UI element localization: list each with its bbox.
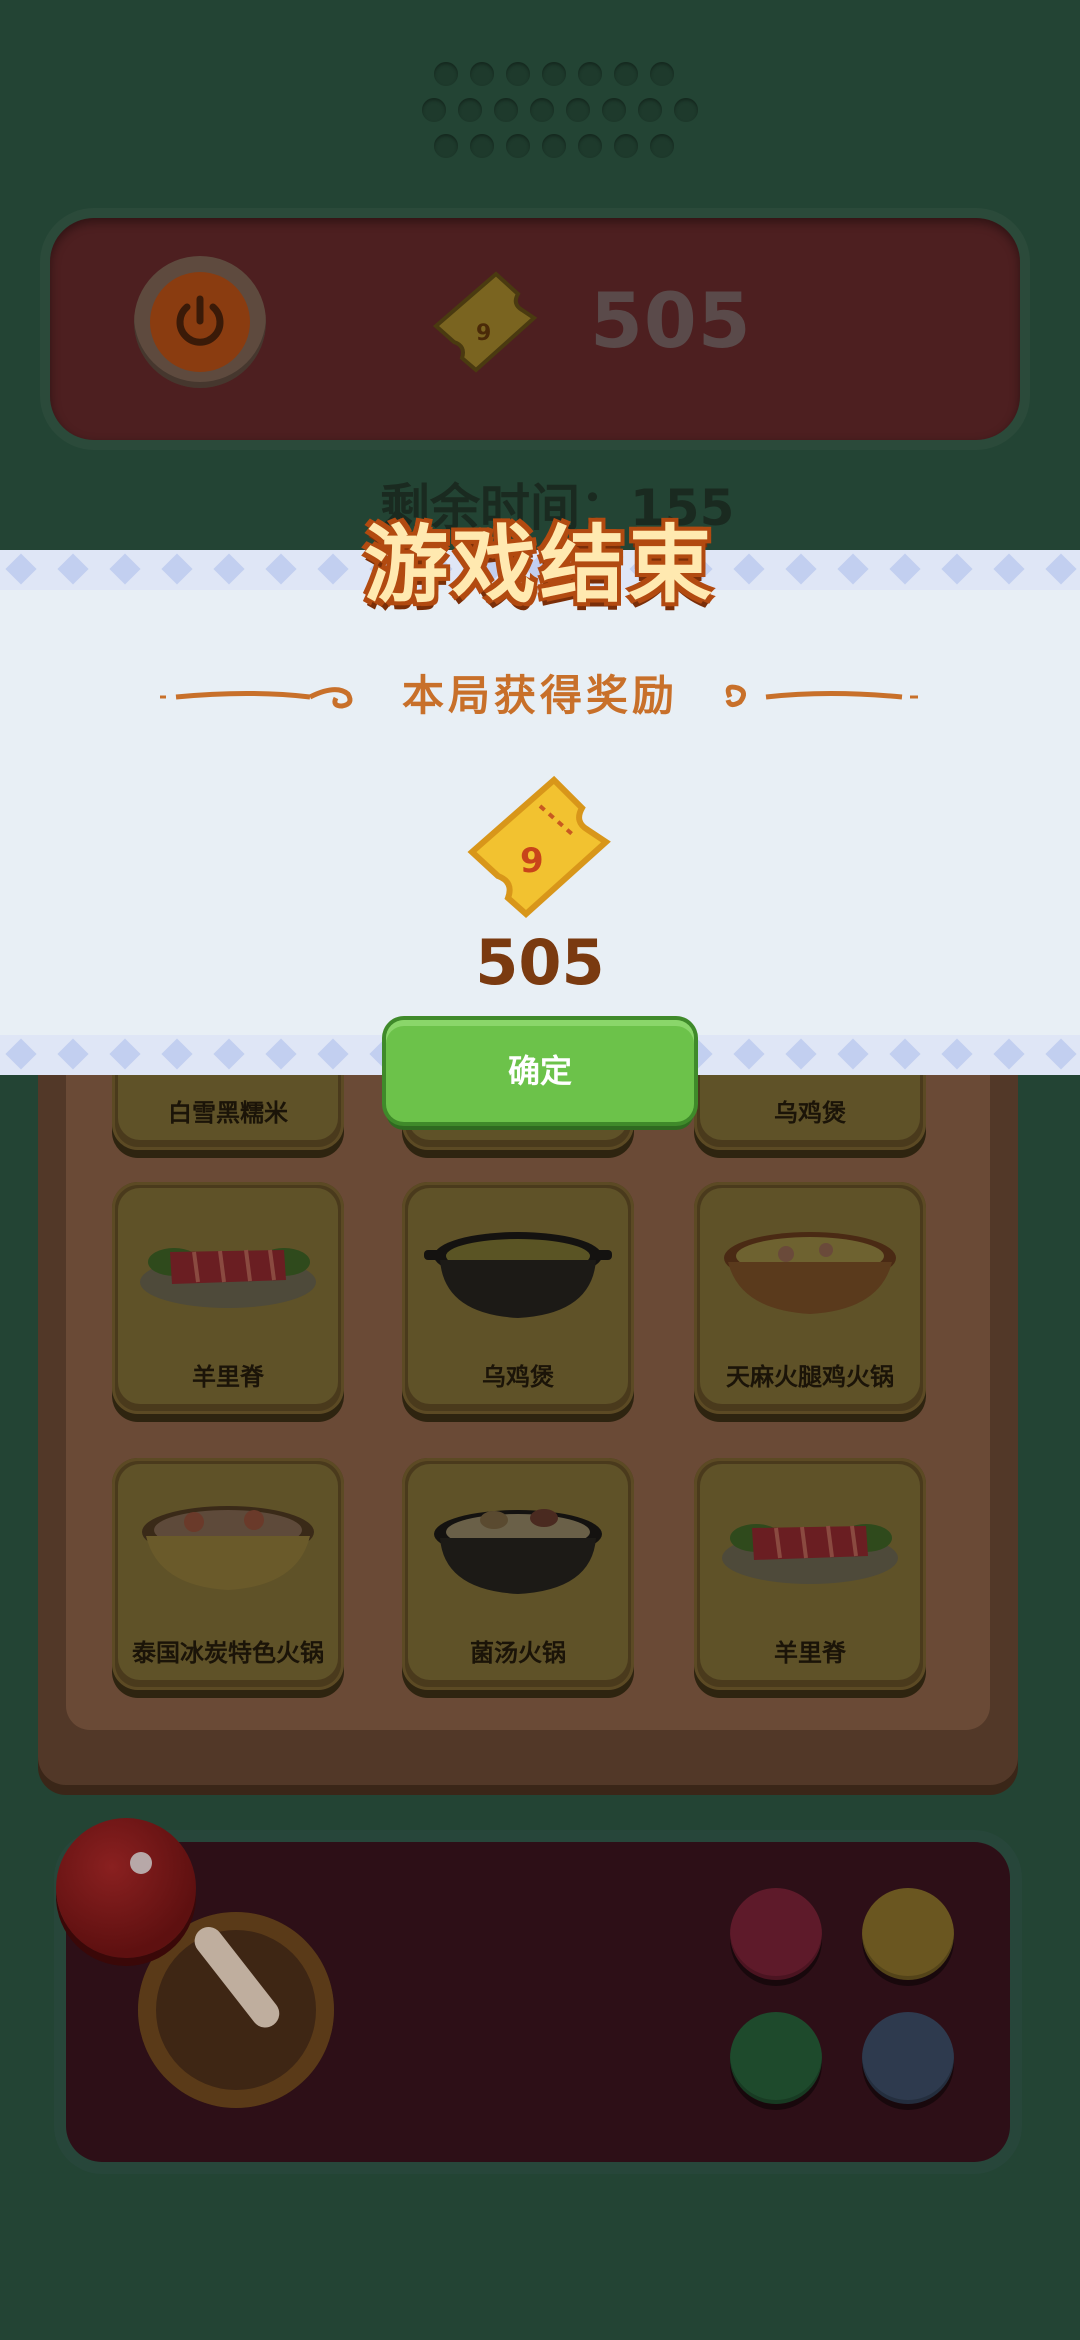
speaker-dot <box>566 98 590 122</box>
chicken-pot-icon <box>424 1232 612 1318</box>
thai-hotpot-icon <box>142 1506 314 1590</box>
speaker-grille <box>400 62 698 162</box>
speaker-dot <box>506 134 530 158</box>
power-button[interactable] <box>134 256 266 388</box>
red-action-button[interactable] <box>730 1888 822 1980</box>
speaker-dot <box>494 98 518 122</box>
hotpot-dish-icon <box>724 1232 896 1314</box>
card-label: 乌鸡煲 <box>774 1099 846 1127</box>
food-card[interactable]: 乌鸡煲 <box>402 1182 634 1414</box>
ticket-icon: 9 <box>467 775 611 919</box>
confirm-button[interactable]: 确定 <box>386 1020 694 1122</box>
speaker-dot <box>506 62 530 86</box>
speaker-dot <box>650 62 674 86</box>
food-card[interactable]: 菌汤火锅 <box>402 1458 634 1690</box>
ticket-icon: 9 <box>432 271 538 373</box>
lamb-dish-icon <box>140 1248 316 1308</box>
speaker-dot <box>542 62 566 86</box>
speaker-dot <box>638 98 662 122</box>
yellow-action-button[interactable] <box>862 1888 954 1980</box>
card-label: 乌鸡煲 <box>482 1363 554 1391</box>
speaker-dot <box>578 62 602 86</box>
joystick-icon[interactable] <box>56 1818 196 1958</box>
top-score-value: 505 <box>590 276 752 365</box>
game-over-title: 游戏结束 <box>363 516 716 614</box>
speaker-dot <box>578 134 602 158</box>
blue-action-button[interactable] <box>862 2012 954 2104</box>
speaker-dot <box>602 98 626 122</box>
reward-header: 本局获得奖励 <box>401 671 678 720</box>
card-label: 天麻火腿鸡火锅 <box>726 1363 894 1391</box>
speaker-dot <box>530 98 554 122</box>
speaker-dot <box>674 98 698 122</box>
speaker-dot <box>422 98 446 122</box>
food-card[interactable]: 天麻火腿鸡火锅 <box>694 1182 926 1414</box>
right-ornament-icon <box>725 684 918 708</box>
speaker-dot <box>470 62 494 86</box>
card-label: 泰国冰炭特色火锅 <box>132 1639 324 1667</box>
green-action-button[interactable] <box>730 2012 822 2104</box>
speaker-dot <box>470 134 494 158</box>
food-card[interactable]: 羊里脊 <box>112 1182 344 1414</box>
svg-text:9: 9 <box>520 841 544 881</box>
card-label: 羊里脊 <box>192 1363 264 1391</box>
card-label: 菌汤火锅 <box>470 1639 566 1667</box>
reward-amount: 505 <box>475 926 605 999</box>
food-card[interactable]: 羊里脊 <box>694 1458 926 1690</box>
speaker-dot <box>614 134 638 158</box>
speaker-dot <box>650 134 674 158</box>
speaker-dot <box>614 62 638 86</box>
speaker-dot <box>542 134 566 158</box>
svg-text:9: 9 <box>476 321 491 346</box>
power-icon <box>150 272 250 372</box>
top-hud-panel: 9 505 <box>50 218 1020 440</box>
card-label: 羊里脊 <box>774 1639 846 1667</box>
lamb-dish-icon <box>722 1524 898 1584</box>
speaker-dot <box>434 62 458 86</box>
food-card[interactable]: 泰国冰炭特色火锅 <box>112 1458 344 1690</box>
mushroom-soup-icon <box>434 1509 602 1594</box>
card-label: 白雪黑糯米 <box>168 1099 288 1127</box>
speaker-dot <box>434 134 458 158</box>
speaker-dot <box>458 98 482 122</box>
